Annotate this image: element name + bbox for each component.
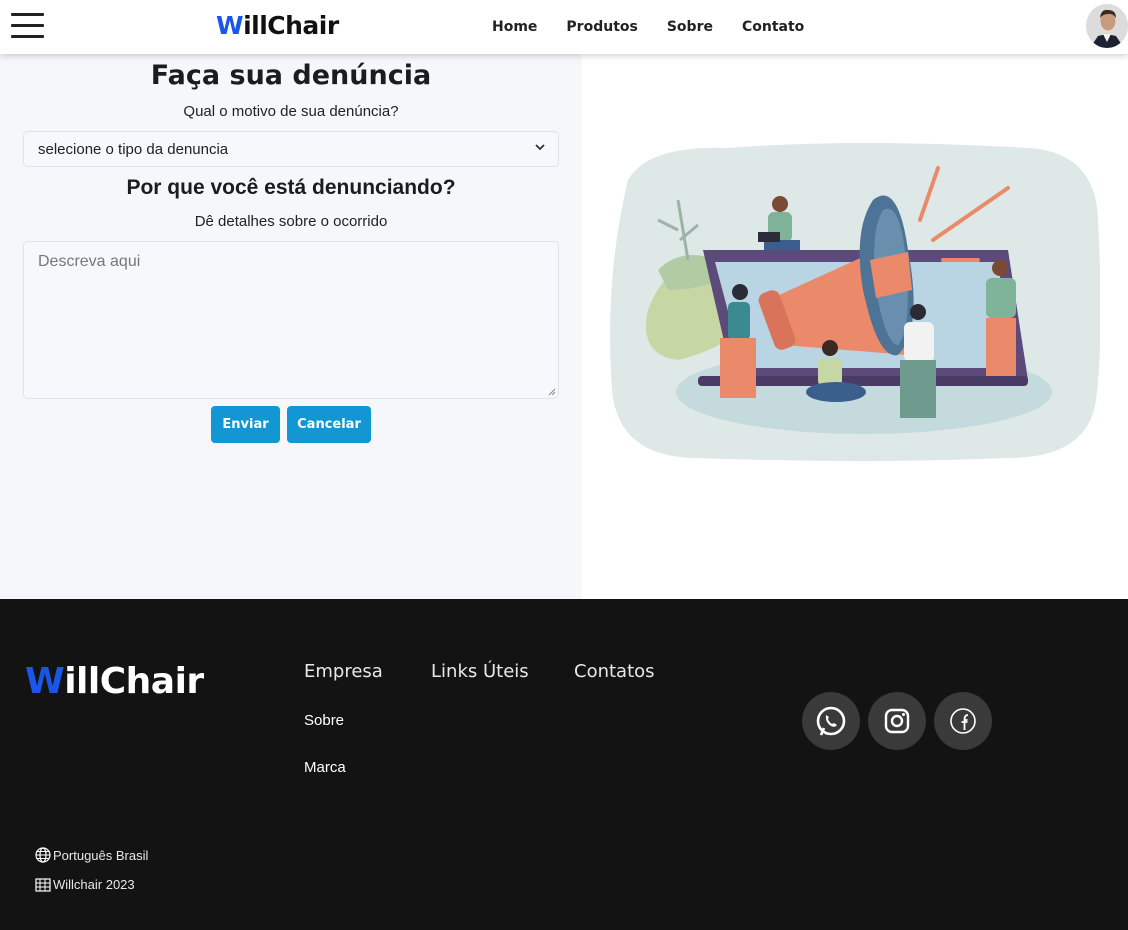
- send-button[interactable]: Enviar: [211, 406, 280, 443]
- brand-logo[interactable]: WillChair: [216, 11, 339, 40]
- main-nav: Home Produtos Sobre Contato: [492, 19, 833, 35]
- footer-link-marca[interactable]: Marca: [304, 759, 346, 776]
- instagram-icon: [884, 708, 910, 734]
- footer: WillChair Empresa Links Úteis Contatos S…: [0, 599, 1128, 930]
- footer-link-sobre[interactable]: Sobre: [304, 712, 344, 729]
- language-label: Português Brasil: [53, 847, 149, 863]
- copyright-text: Willchair 2023: [53, 877, 135, 892]
- select-value: selecione o tipo da denuncia: [38, 141, 229, 158]
- facebook-button[interactable]: [934, 692, 992, 750]
- top-navbar: WillChair Home Produtos Sobre Contato: [0, 0, 1128, 54]
- why-title: Por que você está denunciando?: [126, 176, 456, 199]
- brand-logo-w: W: [216, 11, 244, 40]
- language-selector[interactable]: Português Brasil: [35, 847, 148, 863]
- cancel-button[interactable]: Cancelar: [287, 406, 371, 443]
- resize-grip-icon[interactable]: [548, 388, 556, 396]
- menu-icon[interactable]: [11, 12, 44, 39]
- footer-col-empresa: Empresa: [304, 661, 383, 682]
- instagram-button[interactable]: [868, 692, 926, 750]
- nav-home[interactable]: Home: [492, 19, 537, 35]
- chevron-down-icon: [534, 140, 546, 156]
- footer-col-links: Links Úteis: [431, 661, 529, 682]
- reason-label: Qual o motivo de sua denúncia?: [183, 103, 399, 120]
- nav-contato[interactable]: Contato: [742, 19, 804, 35]
- footer-brand-logo-w: W: [25, 661, 65, 702]
- user-photo-icon: [1086, 4, 1128, 48]
- footer-brand-logo[interactable]: WillChair: [25, 661, 204, 702]
- building-icon: [35, 877, 51, 892]
- footer-brand-logo-rest: illChair: [64, 661, 204, 702]
- megaphone-illustration: [610, 143, 1100, 461]
- details-label: Dê detalhes sobre o ocorrido: [194, 213, 388, 230]
- page-title: Faça sua denúncia: [150, 60, 432, 91]
- nav-produtos[interactable]: Produtos: [566, 19, 637, 35]
- whatsapp-button[interactable]: [802, 692, 860, 750]
- avatar[interactable]: [1086, 4, 1128, 48]
- copyright: Willchair 2023: [35, 877, 135, 892]
- facebook-icon: [950, 708, 976, 734]
- globe-icon: [35, 847, 51, 863]
- footer-col-contatos: Contatos: [574, 661, 655, 682]
- report-type-select[interactable]: selecione o tipo da denuncia: [23, 131, 559, 167]
- report-form-panel: Faça sua denúncia Qual o motivo de sua d…: [0, 54, 582, 599]
- brand-logo-rest: illChair: [243, 11, 339, 40]
- description-textarea[interactable]: [23, 241, 559, 399]
- whatsapp-icon: [816, 706, 846, 736]
- nav-sobre[interactable]: Sobre: [667, 19, 713, 35]
